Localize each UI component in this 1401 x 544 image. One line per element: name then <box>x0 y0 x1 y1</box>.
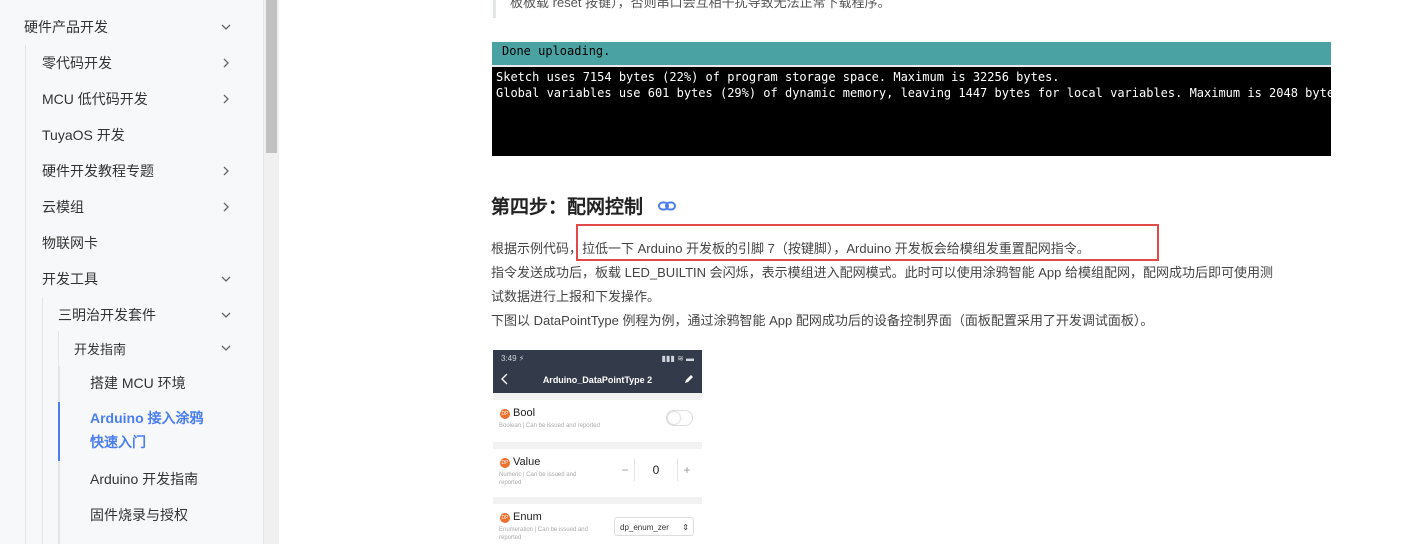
sidebar-item-label: 硬件产品开发 <box>24 19 108 35</box>
sidebar-item-label: 开发工具 <box>42 271 98 287</box>
tree-guide <box>42 297 43 544</box>
stepper-value: 0 <box>634 459 678 481</box>
dp-badge-icon: DP <box>500 513 510 523</box>
dp-description: Numeric | Can be issued and reported <box>499 472 577 486</box>
sidebar-item-dev-guide[interactable]: 开发指南 <box>74 330 234 366</box>
chevron-right-icon[interactable] <box>218 199 234 215</box>
sidebar-item-label: MCU 低代码开发 <box>42 91 148 107</box>
link-icon[interactable] <box>657 196 677 216</box>
app-screenshot: 3:49 ⚡ ▮▮▮ ≋ ▬ Arduino_DataPointType 2 D… <box>493 350 702 544</box>
sidebar-item-label: 物联网卡 <box>42 235 98 251</box>
sidebar-nav: 硬件产品开发 零代码开发 MCU 低代码开发 TuyaOS 开发 硬件开发教程专… <box>0 0 263 544</box>
chevron-down-icon[interactable] <box>218 271 234 287</box>
dp-badge-icon: DP <box>500 458 510 468</box>
terminal-line: Sketch uses 7154 bytes (22%) of program … <box>496 70 1060 84</box>
back-arrow-icon[interactable] <box>500 373 510 385</box>
dp-name: Bool <box>513 407 536 419</box>
section-heading: 第四步：配网控制 <box>491 192 677 219</box>
sidebar-item-arduino-guide[interactable]: Arduino 开发指南 <box>90 461 234 497</box>
sidebar-item-cloud-module[interactable]: 云模组 <box>42 189 234 225</box>
value-stepper[interactable]: − 0 + <box>616 459 696 481</box>
phone-nav-bar: Arduino_DataPointType 2 <box>493 367 702 393</box>
paragraph: 下图以 DataPointType 例程为例，通过涂鸦智能 App 配网成功后的… <box>491 313 1154 328</box>
paragraph: 指令发送成功后，板载 LED_BUILTIN 会闪烁，表示模组进入配网模式。此时… <box>491 265 1273 280</box>
dp-card-bool: DP Bool Boolean | Can be issued and repo… <box>493 400 702 442</box>
sidebar-item-label: Arduino 接入涂鸦 <box>90 410 204 426</box>
sidebar-item-tuyaos[interactable]: TuyaOS 开发 <box>42 117 234 153</box>
dp-card-value: DP Value Numeric | Can be issued and rep… <box>493 449 702 497</box>
chevron-right-icon[interactable] <box>218 163 234 179</box>
dp-card-enum: DP Enum Enumeration | Can be issued and … <box>493 504 702 544</box>
sidebar-item-label: 固件烧录与授权 <box>90 507 188 523</box>
dp-badge-icon: DP <box>500 409 510 419</box>
sidebar-item-iot-card[interactable]: 物联网卡 <box>42 225 234 261</box>
paragraph: 试数据进行上报和下发操作。 <box>491 289 661 304</box>
phone-status-bar: 3:49 ⚡ ▮▮▮ ≋ ▬ <box>493 350 702 367</box>
section-heading-text: 第四步：配网控制 <box>491 197 644 218</box>
sidebar-item-hardware-dev[interactable]: 硬件产品开发 <box>24 9 234 45</box>
tree-guide <box>25 45 26 544</box>
chevron-down-icon[interactable] <box>218 340 234 356</box>
dp-description: Boolean | Can be issued and reported <box>499 423 600 429</box>
select-value: dp_enum_zer <box>620 523 669 532</box>
select-arrow-icon: ⇕ <box>682 523 689 532</box>
sidebar-item-mcu-low-code[interactable]: MCU 低代码开发 <box>42 81 234 117</box>
sidebar-item-label: 零代码开发 <box>42 55 112 71</box>
phone-time: 3:49 ⚡ <box>501 354 525 363</box>
sidebar-item-arduino-quickstart[interactable]: Arduino 接入涂鸦 快速入门 <box>90 406 234 456</box>
sidebar-item-label: Arduino 开发指南 <box>90 471 199 487</box>
doc-content: 板板载 reset 按键），否则串口会互相干扰导致无法正常下载程序。 Done … <box>278 0 1401 544</box>
highlight-annotation <box>576 224 1159 261</box>
sidebar-item-label: 开发指南 <box>74 341 127 357</box>
chevron-right-icon[interactable] <box>218 91 234 107</box>
dp-description: Enumeration | Can be issued and reported <box>499 527 588 541</box>
sidebar-item-label: 搭建 MCU 环境 <box>90 375 186 391</box>
chevron-down-icon[interactable] <box>218 307 234 323</box>
sidebar-item-sandwich-kit[interactable]: 三明治开发套件 <box>58 297 234 333</box>
sidebar-item-label: 硬件开发教程专题 <box>42 163 154 179</box>
sidebar-item-firmware-burn[interactable]: 固件烧录与授权 <box>90 497 234 533</box>
sidebar-item-label: 云模组 <box>42 199 84 215</box>
toggle-knob <box>668 412 680 424</box>
sidebar-item-label: 快速入门 <box>90 434 146 450</box>
terminal-status: Done uploading. <box>492 42 1331 67</box>
device-title: Arduino_DataPointType 2 <box>542 375 653 385</box>
dp-name: Enum <box>513 511 542 523</box>
active-indicator <box>58 402 60 461</box>
sidebar-item-no-code-dev[interactable]: 零代码开发 <box>42 45 234 81</box>
bool-toggle[interactable] <box>666 410 693 426</box>
scrollbar-thumb[interactable] <box>266 0 277 153</box>
increment-button[interactable]: + <box>678 463 696 477</box>
sidebar-item-label: TuyaOS 开发 <box>42 127 125 143</box>
sidebar-scrollbar[interactable] <box>263 0 279 544</box>
sidebar-item-dev-tools[interactable]: 开发工具 <box>42 261 234 297</box>
decrement-button[interactable]: − <box>616 463 634 477</box>
terminal-line: Global variables use 601 bytes (29%) of … <box>496 86 1349 100</box>
signal-wifi-battery-icon: ▮▮▮ ≋ ▬ <box>661 354 694 363</box>
chevron-down-icon[interactable] <box>218 19 234 35</box>
chevron-right-icon[interactable] <box>218 55 234 71</box>
dp-name: Value <box>513 456 541 468</box>
sidebar-item-label: 三明治开发套件 <box>58 307 156 323</box>
edit-pencil-icon[interactable] <box>684 374 694 384</box>
terminal-output: Done uploading. Sketch uses 7154 bytes (… <box>492 42 1349 156</box>
enum-select[interactable]: dp_enum_zer ⇕ <box>614 517 694 536</box>
note-block: 板板载 reset 按键），否则串口会互相干扰导致无法正常下载程序。 <box>493 0 1401 18</box>
sidebar-item-tutorials[interactable]: 硬件开发教程专题 <box>42 153 234 189</box>
sidebar-item-setup-mcu-env[interactable]: 搭建 MCU 环境 <box>90 365 234 401</box>
